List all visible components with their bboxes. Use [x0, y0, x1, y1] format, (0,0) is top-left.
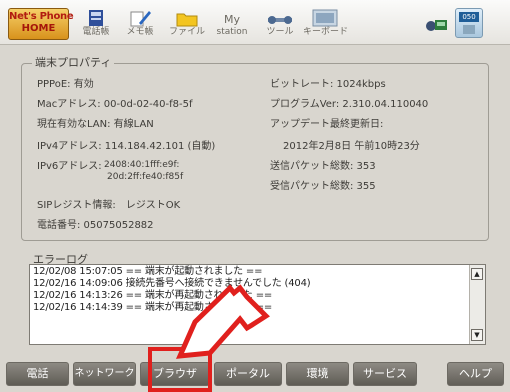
log-scrollbar[interactable]: ▲ ▼ [469, 265, 485, 344]
error-log-box[interactable]: 12/02/08 15:07:05 == 端末が起動されました == 12/02… [29, 264, 486, 345]
tools-label: ツール [266, 27, 294, 37]
ipv6-address-line2: 20d:2ff:fe40:f85f [107, 172, 184, 182]
ipv4-address: IPv4アドレス: 114.184.42.101 (自動) [37, 141, 216, 152]
file-button[interactable]: ファイル [167, 8, 207, 40]
memo-icon [130, 11, 151, 27]
mac-address: Macアドレス: 00-0d-02-40-f8-5f [37, 99, 193, 110]
help-button[interactable]: ヘルプ [447, 362, 504, 386]
phone-number-badge: 050 [459, 12, 479, 22]
phonebook-icon [89, 10, 103, 26]
log-line: 12/02/16 14:13:26 == 端末が再起動されました == [33, 290, 273, 301]
memo-label: メモ帳 [126, 27, 154, 37]
home-button[interactable]: Net's Phone HOME [8, 8, 74, 40]
tools-button[interactable]: ツール [259, 8, 301, 40]
highlight-rectangle [148, 347, 212, 392]
my-station-button[interactable]: My station [210, 8, 254, 40]
log-line: 12/02/16 14:09:06 接続先番号へ接続できませんでした (404) [33, 278, 311, 289]
network-status-icon[interactable] [425, 10, 449, 36]
last-update-label: アップデート最終更新日: [270, 119, 384, 130]
phone-body-shape [463, 25, 475, 34]
phone-tab-button[interactable]: 電話 [6, 362, 69, 386]
ipv6-label: IPv6アドレス: [37, 161, 102, 172]
bitrate: ビットレート: 1024kbps [270, 79, 386, 90]
file-label: ファイル [168, 27, 205, 37]
scroll-down-button[interactable]: ▼ [471, 329, 483, 341]
tools-icon [268, 16, 292, 24]
ipv6-address-line1: 2408:40:1fff:e9f: [104, 160, 180, 170]
top-toolbar: Net's Phone HOME 電話帳 メモ帳 ファイル My station… [0, 0, 510, 45]
device-properties-title: 端末プロパティ [32, 56, 115, 70]
service-tab-button[interactable]: サービス [353, 362, 417, 386]
program-version: プログラムVer: 2.310.04.110040 [270, 99, 429, 110]
my-station-icon: My [210, 8, 254, 27]
log-line: 12/02/08 15:07:05 == 端末が起動されました == [33, 266, 263, 277]
pppoe-status: PPPoE: 有効 [37, 79, 94, 90]
environment-tab-button[interactable]: 環境 [286, 362, 349, 386]
phone-status-icon[interactable]: 050 [455, 8, 483, 38]
active-lan: 現在有効なLAN: 有線LAN [37, 119, 154, 130]
received-packets: 受信パケット総数: 355 [270, 181, 376, 192]
folder-icon [176, 13, 198, 27]
phonebook-label: 電話帳 [82, 27, 110, 37]
network-tab-button[interactable]: ネットワーク [73, 362, 136, 386]
keyboard-icon [312, 9, 338, 27]
log-line: 12/02/16 14:14:39 == 端末が再起動されました == [33, 302, 273, 313]
phonebook-button[interactable]: 電話帳 [76, 8, 116, 40]
sip-register-status: SIPレジスト情報: レジストOK [37, 200, 181, 211]
home-title: Net's Phone [9, 11, 74, 22]
home-subtitle: HOME [21, 23, 56, 34]
scroll-up-button[interactable]: ▲ [471, 268, 483, 280]
keyboard-label: キーボード [303, 27, 349, 37]
my-station-label: station [216, 27, 248, 37]
sent-packets: 送信パケット総数: 353 [270, 161, 376, 172]
portal-tab-button[interactable]: ポータル [214, 362, 282, 386]
phone-number: 電話番号: 05075052882 [37, 220, 154, 231]
keyboard-button[interactable]: キーボード [303, 8, 349, 40]
memo-button[interactable]: メモ帳 [119, 8, 161, 40]
last-update-value: 2012年2月8日 午前10時23分 [283, 141, 420, 152]
my-station-top-text: My [223, 13, 240, 26]
